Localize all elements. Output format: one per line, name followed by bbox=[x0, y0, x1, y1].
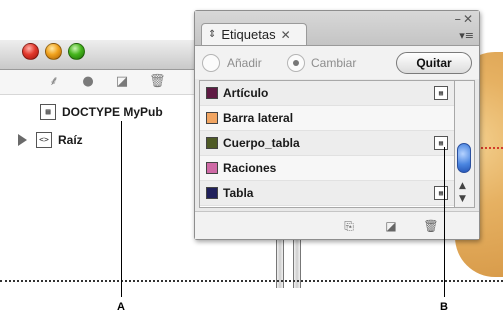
tag-color-swatch bbox=[206, 187, 218, 199]
stage: ⸙ ● ◪ 🗑 ▦ DOCTYPE MyPub <> Raíz ⇕ Etique… bbox=[0, 0, 503, 316]
mapped-tag-icon: ▦ bbox=[434, 86, 448, 100]
scroll-thumb[interactable] bbox=[457, 143, 471, 173]
expand-triangle-icon[interactable] bbox=[18, 134, 27, 146]
minimize-icon[interactable]: – bbox=[455, 12, 462, 27]
tag-label: Raciones bbox=[223, 161, 277, 175]
tab-etiquetas[interactable]: ⇕ Etiquetas ✕ bbox=[201, 23, 307, 45]
tag-label: Tabla bbox=[223, 186, 254, 200]
panel-footer: ⎘ ◪ 🗑 bbox=[195, 211, 479, 239]
tag-color-swatch bbox=[206, 137, 218, 149]
callout-b-line bbox=[444, 147, 445, 297]
panel-header: ⇕ Etiquetas ✕ – ✕ ▾≡ bbox=[195, 11, 479, 45]
map-tags-icon[interactable]: ⎘ bbox=[341, 218, 357, 234]
tag-row[interactable]: Raciones bbox=[200, 156, 454, 181]
panel-menu-icon[interactable]: ▾≡ bbox=[459, 29, 474, 42]
element-icon: <> bbox=[36, 132, 52, 148]
change-label: Cambiar bbox=[311, 56, 357, 70]
tag-list: Artículo ▦ Barra lateral Cuerpo_tabla ▦ … bbox=[199, 80, 455, 208]
mapped-tag-icon: ▦ bbox=[434, 186, 448, 200]
tree-row-doctype[interactable]: ▦ DOCTYPE MyPub bbox=[40, 102, 163, 122]
scroll-up-arrow-icon[interactable]: ▲ bbox=[459, 181, 466, 191]
dot-icon[interactable]: ● bbox=[80, 74, 96, 90]
add-radio[interactable] bbox=[202, 54, 220, 72]
tag-text-icon[interactable]: ⸙ bbox=[46, 74, 62, 90]
scroll-down-arrow-icon[interactable]: ▼ bbox=[459, 194, 466, 204]
tree-row-root[interactable]: <> Raíz bbox=[18, 130, 83, 150]
tree-label: Raíz bbox=[58, 133, 83, 147]
tab-label: Etiquetas bbox=[221, 27, 276, 42]
tab-arrows-icon: ⇕ bbox=[208, 29, 217, 40]
tag-label: Barra lateral bbox=[223, 111, 294, 125]
tag-list-scrollbar[interactable]: ▲ ▼ bbox=[455, 80, 475, 208]
zoom-window-button[interactable] bbox=[68, 43, 85, 60]
mapped-tag-icon: ▦ bbox=[434, 136, 448, 150]
tag-row[interactable]: Artículo ▦ bbox=[200, 81, 454, 106]
change-radio[interactable] bbox=[287, 54, 305, 72]
tag-options-row: Añadir Cambiar Quitar bbox=[195, 45, 479, 79]
tag-color-swatch bbox=[206, 162, 218, 174]
trash-icon[interactable]: 🗑 bbox=[149, 74, 166, 90]
minimize-window-button[interactable] bbox=[45, 43, 62, 60]
close-window-button[interactable] bbox=[22, 43, 39, 60]
new-element-icon[interactable]: ◪ bbox=[114, 74, 130, 90]
tag-label: Cuerpo_tabla bbox=[223, 136, 300, 150]
tag-row[interactable]: Barra lateral bbox=[200, 106, 454, 131]
tree-label: DOCTYPE MyPub bbox=[62, 105, 163, 119]
close-icon[interactable]: ✕ bbox=[463, 12, 473, 26]
tab-close-icon[interactable]: ✕ bbox=[281, 28, 291, 42]
tag-label: Artículo bbox=[223, 86, 269, 100]
trash-icon[interactable]: 🗑 bbox=[423, 218, 439, 234]
callout-a-label: A bbox=[117, 301, 125, 313]
tags-panel: ⇕ Etiquetas ✕ – ✕ ▾≡ Añadir Cambiar Quit… bbox=[194, 10, 480, 240]
new-tag-icon[interactable]: ◪ bbox=[383, 218, 399, 234]
remove-button[interactable]: Quitar bbox=[396, 52, 472, 74]
tag-color-swatch bbox=[206, 112, 218, 124]
add-label: Añadir bbox=[227, 56, 262, 70]
callout-b-label: B bbox=[440, 301, 448, 313]
tag-row[interactable]: Cuerpo_tabla ▦ bbox=[200, 131, 454, 156]
tag-color-swatch bbox=[206, 87, 218, 99]
tag-row[interactable]: Tabla ▦ bbox=[200, 181, 454, 206]
dotted-baseline bbox=[0, 280, 503, 282]
doctype-icon: ▦ bbox=[40, 104, 56, 120]
callout-a-line bbox=[121, 121, 122, 297]
